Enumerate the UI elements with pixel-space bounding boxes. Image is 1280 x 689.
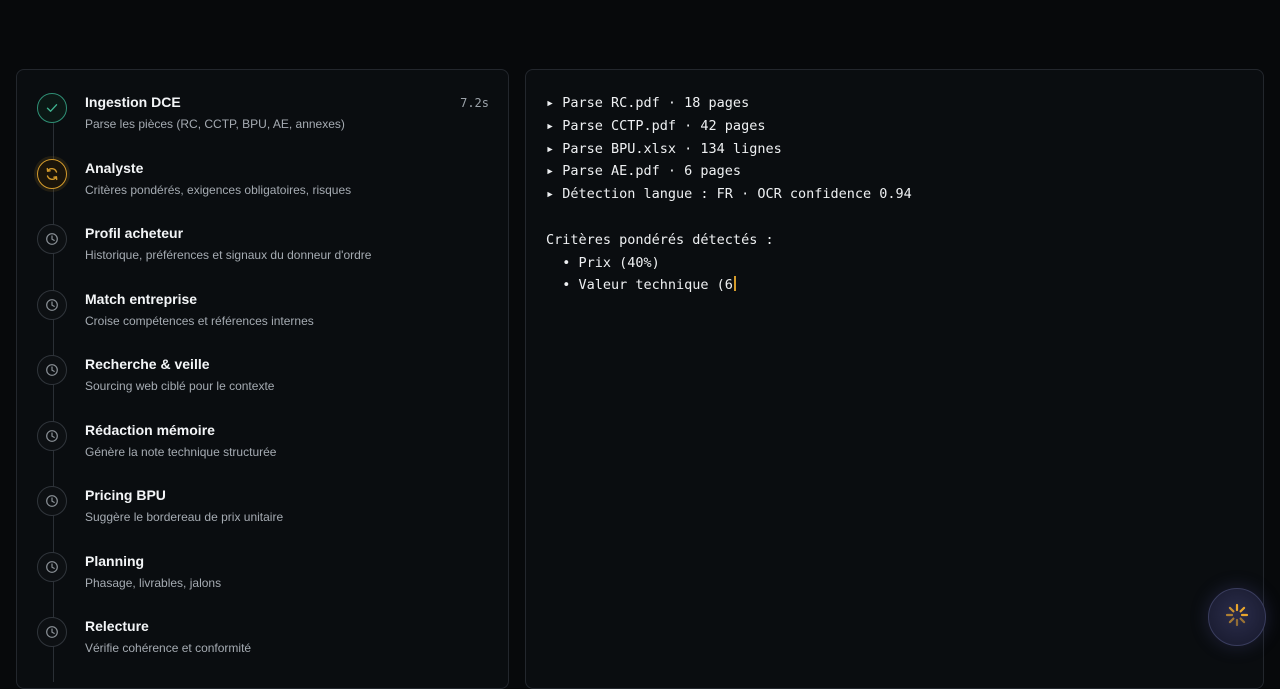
log-line: ▸ Détection langue : FR · OCR confidence… (546, 186, 912, 203)
step-description: Vérifie cohérence et conformité (85, 641, 252, 655)
step-relecture[interactable]: Relecture Vérifie cohérence et conformit… (37, 615, 497, 667)
step-description: Phasage, livrables, jalons (85, 576, 222, 590)
step-planning[interactable]: Planning Phasage, livrables, jalons (37, 550, 497, 602)
step-title: Relecture (85, 618, 149, 634)
step-duration: 7.2s (460, 96, 489, 110)
step-profil-acheteur[interactable]: Profil acheteur Historique, préférences … (37, 222, 497, 274)
step-title: Rédaction mémoire (85, 422, 215, 438)
log-output: ▸ Parse RC.pdf · 18 pages ▸ Parse CCTP.p… (546, 92, 912, 297)
clock-icon (37, 617, 67, 647)
log-line: ▸ Parse BPU.xlsx · 134 lignes (546, 140, 782, 157)
step-title: Pricing BPU (85, 487, 166, 503)
typing-cursor (733, 276, 736, 292)
step-description: Suggère le bordereau de prix unitaire (85, 510, 284, 524)
step-pricing-bpu[interactable]: Pricing BPU Suggère le bordereau de prix… (37, 484, 497, 536)
clock-icon (37, 421, 67, 451)
clock-icon (37, 355, 67, 385)
step-title: Match entreprise (85, 291, 198, 307)
log-line: ▸ Parse CCTP.pdf · 42 pages (546, 117, 766, 134)
log-blank-line (546, 206, 912, 229)
check-icon (37, 93, 67, 123)
step-title: Planning (85, 553, 145, 569)
assistant-fab-button[interactable] (1208, 588, 1266, 646)
clock-icon (37, 486, 67, 516)
refresh-icon (37, 159, 67, 189)
log-line-streaming: • Valeur technique (6 (546, 274, 912, 297)
log-line: • Prix (40%) (546, 254, 660, 271)
step-recherche-veille[interactable]: Recherche & veille Sourcing web ciblé po… (37, 353, 497, 405)
clock-icon (37, 224, 67, 254)
clock-icon (37, 290, 67, 320)
step-match-entreprise[interactable]: Match entreprise Croise compétences et r… (37, 288, 497, 340)
step-description: Historique, préférences et signaux du do… (85, 248, 372, 262)
step-description: Parse les pièces (RC, CCTP, BPU, AE, ann… (85, 117, 345, 131)
pipeline-steps-panel: Ingestion DCE Parse les pièces (RC, CCTP… (16, 69, 509, 689)
step-ingestion-dce[interactable]: Ingestion DCE Parse les pièces (RC, CCTP… (37, 91, 497, 143)
step-description: Génère la note technique structurée (85, 445, 277, 459)
step-title: Analyste (85, 160, 144, 176)
log-line-text: • Valeur technique (6 (546, 277, 733, 294)
step-analyste[interactable]: Analyste Critères pondérés, exigences ob… (37, 157, 497, 209)
step-title: Ingestion DCE (85, 94, 181, 110)
step-title: Profil acheteur (85, 225, 184, 241)
log-line: ▸ Parse AE.pdf · 6 pages (546, 163, 742, 180)
step-description: Critères pondérés, exigences obligatoire… (85, 183, 352, 197)
log-line: ▸ Parse RC.pdf · 18 pages (546, 95, 750, 111)
spinner-icon (1224, 602, 1250, 633)
step-description: Sourcing web ciblé pour le contexte (85, 379, 275, 393)
step-redaction-memoire[interactable]: Rédaction mémoire Génère la note techniq… (37, 419, 497, 471)
log-line: Critères pondérés détectés : (546, 231, 774, 248)
step-description: Croise compétences et références interne… (85, 314, 314, 328)
step-title: Recherche & veille (85, 356, 210, 372)
agent-log-panel: ▸ Parse RC.pdf · 18 pages ▸ Parse CCTP.p… (525, 69, 1264, 689)
clock-icon (37, 552, 67, 582)
